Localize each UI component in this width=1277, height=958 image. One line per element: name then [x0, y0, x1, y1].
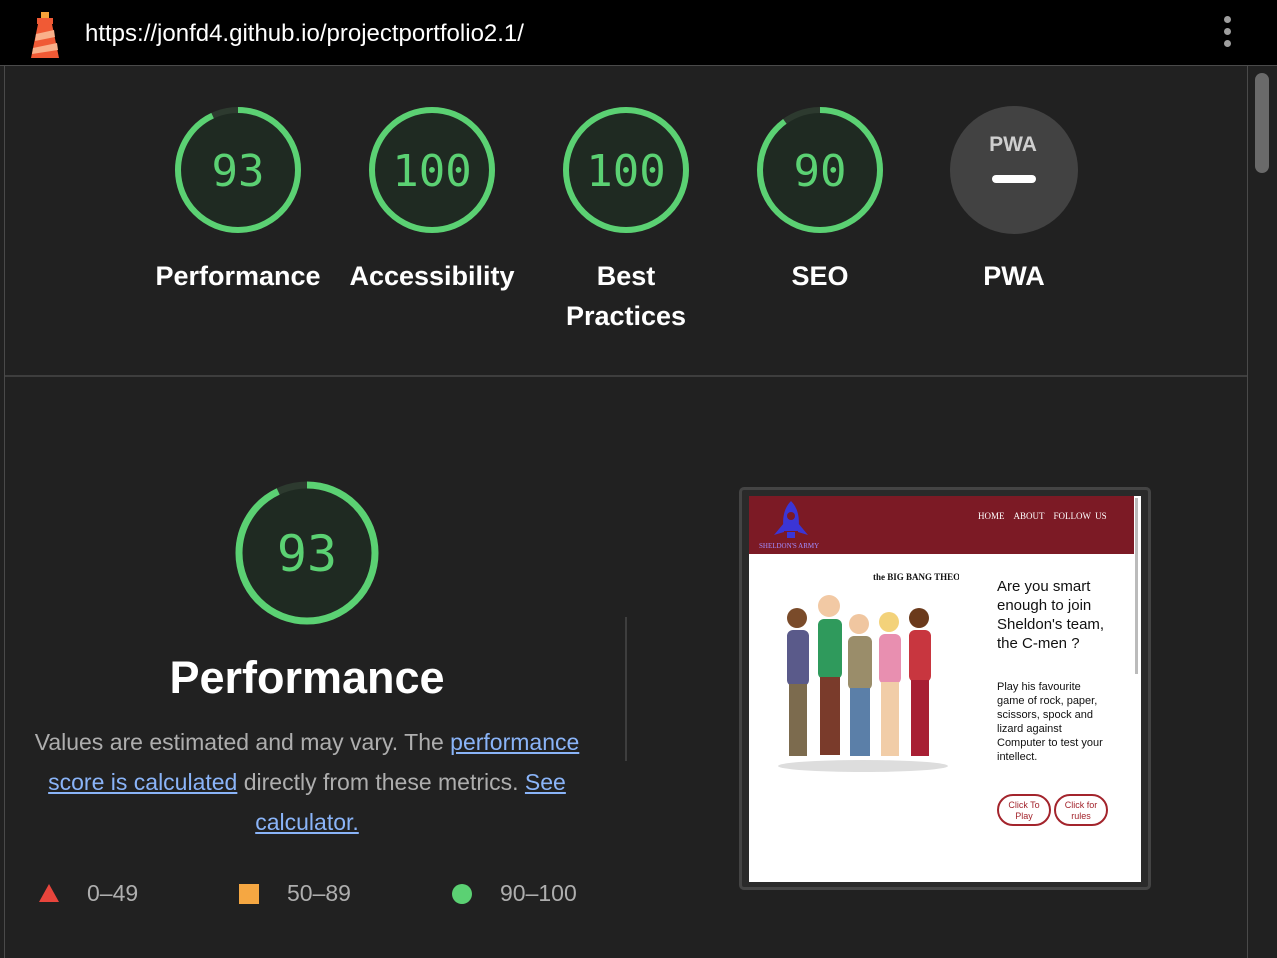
- site-hero-text: Play his favourite game of rock, paper, …: [997, 681, 1103, 763]
- performance-gauge-large: 93: [235, 481, 379, 625]
- top-bar: https://jonfd4.github.io/projectportfoli…: [0, 0, 1277, 66]
- gauge-best-practices[interactable]: 100 Best Practices: [562, 106, 690, 331]
- character-3: [848, 614, 872, 756]
- gauge-best-practices-ring: 100: [563, 107, 689, 233]
- gauge-accessibility[interactable]: 100 Accessibility: [349, 106, 515, 291]
- gauge-seo[interactable]: 90 SEO: [756, 106, 884, 291]
- site-navbar: SHELDON'S ARMY HOME ABOUT FOLLOW US: [749, 496, 1134, 554]
- site-nav-links: HOME ABOUT FOLLOW US: [978, 511, 1116, 521]
- gauge-pwa-label: PWA: [983, 261, 1045, 291]
- pass-circle-icon: [452, 884, 472, 904]
- gauge-best-practices-score: 100: [586, 146, 665, 197]
- character-5: [909, 608, 931, 756]
- gauge-seo-score: 90: [794, 146, 847, 197]
- site-nav-about: ABOUT: [1013, 511, 1045, 521]
- gauge-seo-ring: 90: [757, 107, 883, 233]
- site-scrollbar: [1135, 498, 1138, 674]
- gauge-best-practices-label: Best Practices: [565, 261, 687, 331]
- performance-description: Values are estimated and may vary. The p…: [18, 722, 596, 842]
- site-rules-button: Click for rules: [1054, 794, 1108, 826]
- gauge-performance[interactable]: 93 Performance: [155, 106, 321, 291]
- more-vert-icon[interactable]: [1214, 16, 1240, 52]
- lighthouse-logo-icon: [31, 12, 59, 58]
- gauge-accessibility-label: Accessibility: [349, 261, 515, 291]
- gauge-accessibility-score: 100: [392, 146, 471, 197]
- legend-average-range: 50–89: [287, 880, 351, 906]
- pwa-badge-icon: PWA: [950, 106, 1078, 234]
- cast-illustration: the BIG BANG THEORY: [778, 572, 959, 772]
- desc-text-1: Values are estimated and may vary. The: [34, 729, 451, 755]
- average-square-icon: [239, 884, 259, 904]
- performance-score-large: 93: [277, 525, 337, 583]
- pwa-badge-text: PWA: [989, 133, 1037, 156]
- character-1: [787, 608, 809, 756]
- site-hero-heading: Are you smart enough to join Sheldon's t…: [997, 578, 1105, 652]
- gauge-performance-label: Performance: [155, 261, 321, 291]
- gauge-accessibility-ring: 100: [369, 107, 495, 233]
- fail-triangle-icon: [39, 884, 59, 902]
- show-logo-text: the BIG BANG THEORY: [873, 572, 959, 582]
- gauge-performance-score: 93: [212, 146, 265, 197]
- legend-pass-range: 90–100: [500, 880, 577, 906]
- frame-border-left: [4, 66, 5, 958]
- performance-title: Performance: [169, 652, 445, 703]
- gauge-performance-ring: 93: [175, 107, 301, 233]
- vertical-separator: [625, 617, 627, 761]
- gauge-pwa[interactable]: PWA PWA: [950, 106, 1078, 291]
- character-4: [879, 612, 901, 756]
- rocket-logo-icon: [774, 501, 808, 538]
- site-brand: SHELDON'S ARMY: [759, 542, 820, 550]
- site-nav-home: HOME: [978, 511, 1005, 521]
- site-play-button: Click To Play: [997, 794, 1051, 826]
- final-screenshot: SHELDON'S ARMY HOME ABOUT FOLLOW US the BI…: [749, 496, 1141, 882]
- site-nav-follow: FOLLOW US: [1053, 511, 1107, 521]
- page-url: https://jonfd4.github.io/projectportfoli…: [85, 20, 524, 47]
- desc-text-2: directly from these metrics.: [237, 769, 525, 795]
- frame-border-right: [1247, 66, 1248, 958]
- character-2: [818, 595, 842, 755]
- scrollbar-thumb[interactable]: [1255, 73, 1269, 173]
- gauge-seo-label: SEO: [791, 261, 849, 291]
- legend-fail-range: 0–49: [87, 880, 139, 906]
- section-divider: [5, 375, 1247, 377]
